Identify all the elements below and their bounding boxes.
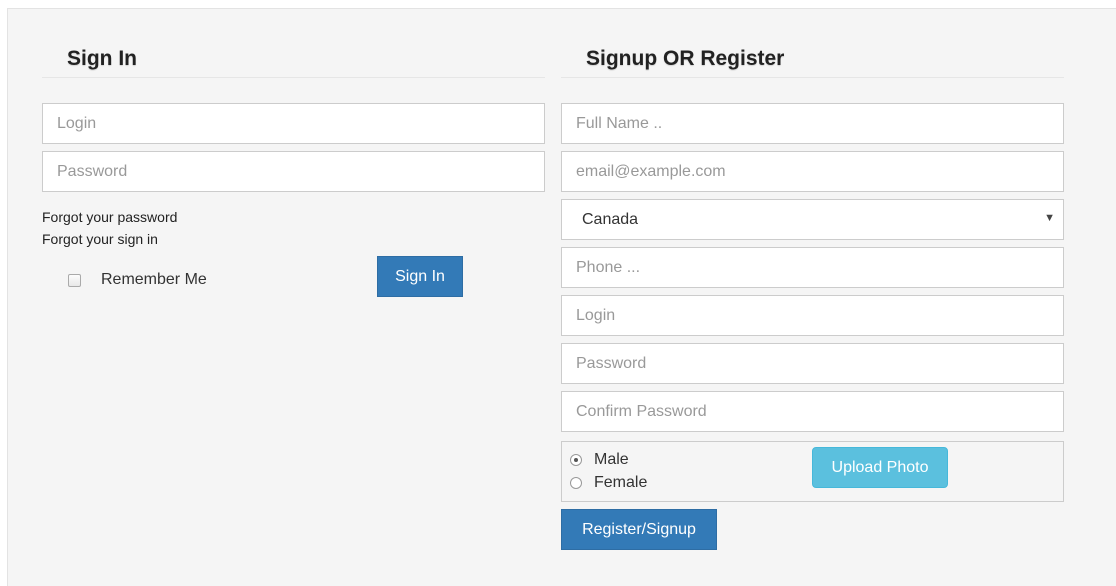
remember-me-checkbox[interactable] — [68, 273, 81, 287]
upload-photo-button[interactable]: Upload Photo — [812, 447, 948, 488]
gender-female-radio[interactable] — [570, 477, 582, 489]
fullname-input[interactable] — [561, 103, 1064, 144]
signup-password-input[interactable] — [561, 343, 1064, 384]
phone-input[interactable] — [561, 247, 1064, 288]
country-dropdown[interactable]: Canada — [562, 200, 1063, 239]
gender-male-label: Male — [594, 451, 629, 468]
gender-upload-group: Male Female Upload Photo — [561, 441, 1064, 502]
country-select[interactable]: Canada ▼ — [561, 199, 1064, 240]
forgot-signin-link[interactable]: Forgot your sign in — [42, 231, 158, 247]
gender-female-option[interactable]: Female — [570, 474, 647, 492]
remember-me[interactable]: Remember Me — [68, 271, 207, 289]
signin-heading: Sign In — [42, 47, 545, 78]
gender-female-label: Female — [594, 474, 648, 491]
forgot-password-link[interactable]: Forgot your password — [42, 209, 177, 225]
signin-button[interactable]: Sign In — [377, 256, 463, 297]
remember-me-label: Remember Me — [101, 271, 207, 288]
gender-male-option[interactable]: Male — [570, 451, 629, 469]
signup-heading: Signup OR Register — [561, 47, 1064, 78]
register-button[interactable]: Register/Signup — [561, 509, 717, 550]
signin-login-input[interactable] — [42, 103, 545, 144]
confirm-password-input[interactable] — [561, 391, 1064, 432]
email-input[interactable] — [561, 151, 1064, 192]
gender-male-radio[interactable] — [570, 454, 582, 466]
signup-login-input[interactable] — [561, 295, 1064, 336]
signin-password-input[interactable] — [42, 151, 545, 192]
